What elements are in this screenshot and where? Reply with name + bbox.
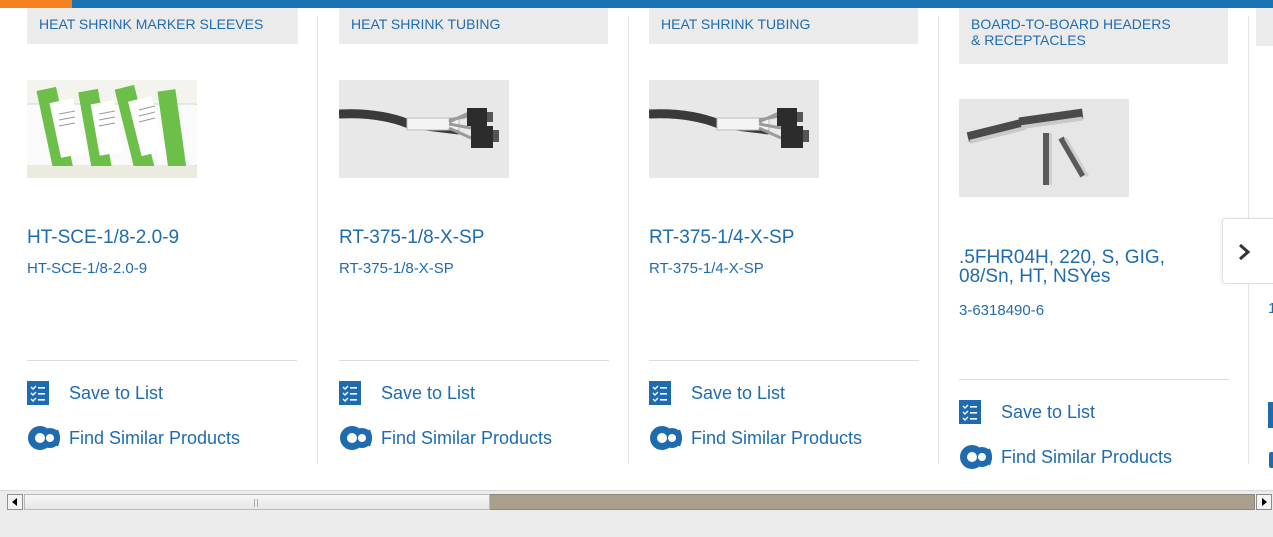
find-similar-label: Find Similar Products xyxy=(1001,446,1173,467)
product-name-link[interactable]: RT-375-1/8-X-SP xyxy=(339,228,484,247)
tubing-cable-image xyxy=(649,80,819,178)
category-label[interactable]: HEAT SHRINK TUBING xyxy=(339,8,608,44)
find-similar-button[interactable]: Find Similar Products xyxy=(27,426,240,450)
card-divider xyxy=(938,16,939,464)
part-number-link[interactable]: RT-375-1/4-X-SP xyxy=(649,260,764,278)
product-card: HEAT SHRINK MARKER SLEEVES HT-SCE-1/8-2.… xyxy=(27,8,317,490)
carousel-next-button[interactable] xyxy=(1222,218,1273,284)
product-name-line-2: 08/Sn, HT, NSYes xyxy=(959,266,1111,287)
checklist-icon xyxy=(649,381,671,405)
save-to-list-button[interactable]: Save to List xyxy=(339,381,475,405)
find-similar-label: Find Similar Products xyxy=(69,427,241,448)
scrollbar-thumb[interactable] xyxy=(24,494,490,525)
save-to-list-label: Save to List xyxy=(69,382,164,403)
next-card-checklist-icon-partial xyxy=(1268,402,1273,428)
gears-icon xyxy=(960,445,992,469)
part-number-link[interactable]: 3-6318490-6 xyxy=(959,302,1044,320)
next-card-gears-icon-partial xyxy=(1269,452,1273,468)
save-to-list-label: Save to List xyxy=(381,382,476,403)
checklist-icon xyxy=(339,381,361,405)
find-similar-button[interactable]: Find Similar Products xyxy=(339,426,552,450)
product-card: HEAT SHRINK TUBING RT-375-1/8-X-SP RT-37… xyxy=(339,8,629,490)
category-label[interactable]: HEAT SHRINK MARKER SLEEVES xyxy=(27,8,298,44)
find-similar-label: Find Similar Products xyxy=(381,427,553,448)
find-similar-button[interactable]: Find Similar Products xyxy=(649,426,862,450)
chevron-right-icon xyxy=(1239,243,1251,261)
gears-icon xyxy=(650,426,682,450)
divider xyxy=(959,379,1229,380)
save-to-list-label: Save to List xyxy=(1001,401,1096,422)
product-name-link[interactable]: .5FHR04H, 220, S, GIG, 08/Sn, HT, NSYes xyxy=(959,248,1165,286)
product-card: BOARD-TO-BOARD HEADERS & RECEPTACLES .5F… xyxy=(959,8,1249,490)
part-number-link[interactable]: RT-375-1/8-X-SP xyxy=(339,260,454,278)
product-image[interactable] xyxy=(339,80,509,178)
marker-sleeves-image xyxy=(27,80,197,178)
divider xyxy=(649,360,919,361)
product-image[interactable] xyxy=(649,80,819,178)
product-name-link[interactable]: RT-375-1/4-X-SP xyxy=(649,228,794,247)
scrollbar-grip xyxy=(254,499,261,525)
find-similar-label: Find Similar Products xyxy=(691,427,863,448)
save-to-list-button[interactable]: Save to List xyxy=(27,381,163,405)
status-bar xyxy=(0,513,1273,537)
gears-icon xyxy=(28,426,60,450)
category-label[interactable]: HEAT SHRINK TUBING xyxy=(649,8,918,44)
horizontal-scrollbar[interactable] xyxy=(0,490,1273,525)
product-card: HEAT SHRINK TUBING RT-375-1/4-X-SP RT-37… xyxy=(649,8,939,490)
product-name-line-1: .5FHR04H, 220, S, GIG, xyxy=(959,247,1165,268)
top-accent-orange xyxy=(0,0,72,8)
checklist-icon xyxy=(27,381,49,405)
next-card-part-number-partial: 1 xyxy=(1268,300,1273,317)
part-number-link[interactable]: HT-SCE-1/8-2.0-9 xyxy=(27,260,147,278)
divider xyxy=(339,360,609,361)
save-to-list-button[interactable]: Save to List xyxy=(649,381,785,405)
product-name-link[interactable]: HT-SCE-1/8-2.0-9 xyxy=(27,228,179,247)
category-label-line-1: BOARD-TO-BOARD HEADERS xyxy=(971,16,1171,32)
save-to-list-button[interactable]: Save to List xyxy=(959,400,1095,424)
triangle-left-icon xyxy=(12,498,17,506)
category-label[interactable]: BOARD-TO-BOARD HEADERS & RECEPTACLES xyxy=(959,8,1228,64)
triangle-right-icon xyxy=(1262,498,1267,506)
scroll-right-button[interactable] xyxy=(1256,494,1272,510)
checklist-icon xyxy=(959,400,981,424)
product-carousel-page: HEAT SHRINK MARKER SLEEVES HT-SCE-1/8-2.… xyxy=(0,0,1273,537)
product-image[interactable] xyxy=(27,80,197,178)
find-similar-button[interactable]: Find Similar Products xyxy=(959,445,1172,469)
category-label-line-2: & RECEPTACLES xyxy=(971,32,1086,48)
next-card-category-partial xyxy=(1256,8,1273,46)
carousel-viewport: HEAT SHRINK MARKER SLEEVES HT-SCE-1/8-2.… xyxy=(0,8,1273,490)
top-accent-bar xyxy=(0,0,1273,8)
headers-receptacles-image xyxy=(959,99,1129,197)
card-divider xyxy=(317,16,318,464)
scroll-left-button[interactable] xyxy=(7,494,23,510)
product-image[interactable] xyxy=(959,99,1129,197)
tubing-cable-image xyxy=(339,80,509,178)
gears-icon xyxy=(340,426,372,450)
divider xyxy=(27,360,297,361)
save-to-list-label: Save to List xyxy=(691,382,786,403)
card-divider xyxy=(628,16,629,464)
